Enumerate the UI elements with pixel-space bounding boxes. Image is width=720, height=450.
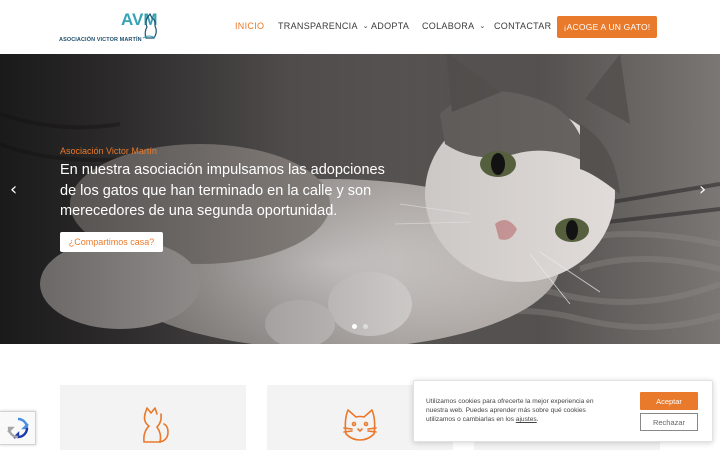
logo-wordmark: ASOCIACIÓN VICTOR MARTÍN (59, 37, 142, 43)
cookie-text: Utilizamos cookies para ofrecerte la mej… (426, 398, 594, 424)
recaptcha-icon (6, 417, 29, 439)
chevron-down-icon: ⌄ (479, 23, 486, 30)
slider-dot-active[interactable] (352, 324, 357, 329)
nav-label: ADOPTA (371, 21, 410, 31)
nav-item-adopta[interactable]: ADOPTA (371, 21, 409, 31)
nav-item-contactar[interactable]: CONTACTAR (494, 21, 551, 31)
feature-card (60, 385, 246, 450)
chevron-right-icon[interactable]: › (699, 181, 706, 199)
slider-dot[interactable] (363, 324, 368, 329)
sitting-cat-icon (143, 407, 169, 443)
hero-line: merecedores de una segunda oportunidad. (60, 203, 338, 219)
nav-item-inicio[interactable]: INICIO (235, 21, 264, 31)
share-home-button[interactable]: ¿Compartimos casa? (60, 232, 163, 252)
nav-label: INICIO (235, 21, 265, 31)
reject-cookies-button[interactable]: Rechazar (640, 413, 698, 431)
nav-item-transparencia[interactable]: TRANSPARENCIA ⌄ (278, 21, 369, 31)
foster-cat-button[interactable]: ¡ACOGE A UN GATO! (557, 16, 657, 38)
cookie-text-end: . (536, 416, 539, 424)
cookie-settings-link[interactable]: ajustes (516, 416, 537, 423)
hero-eyebrow: Asociación Victor Martín (60, 146, 157, 156)
nav-item-colabora[interactable]: COLABORA ⌄ (422, 21, 486, 31)
site-header: AVM ASOCIACIÓN VICTOR MARTÍN INICIO TRAN… (0, 0, 720, 54)
chevron-down-icon: ⌄ (362, 23, 369, 30)
cat-face-icon (343, 409, 377, 441)
nav-label: COLABORA (422, 21, 475, 31)
recaptcha-badge[interactable] (0, 411, 36, 445)
accept-cookies-button[interactable]: Aceptar (640, 392, 698, 410)
hero-line: de los gatos que han terminado en la cal… (60, 182, 372, 199)
slider-pagination (352, 324, 368, 329)
nav-label: TRANSPARENCIA (278, 21, 358, 31)
cookie-message: Utilizamos cookies para ofrecerte la mej… (426, 397, 616, 425)
nav-label: CONTACTAR (494, 21, 552, 31)
hero-headline: En nuestra asociación impulsamos las ado… (60, 160, 385, 222)
cookie-banner: Utilizamos cookies para ofrecerte la mej… (413, 380, 713, 442)
hero-line: En nuestra asociación impulsamos las ado… (60, 162, 385, 178)
hero-slider: Asociación Victor Martín En nuestra asoc… (0, 54, 720, 344)
chevron-left-icon[interactable]: ‹ (10, 181, 17, 199)
